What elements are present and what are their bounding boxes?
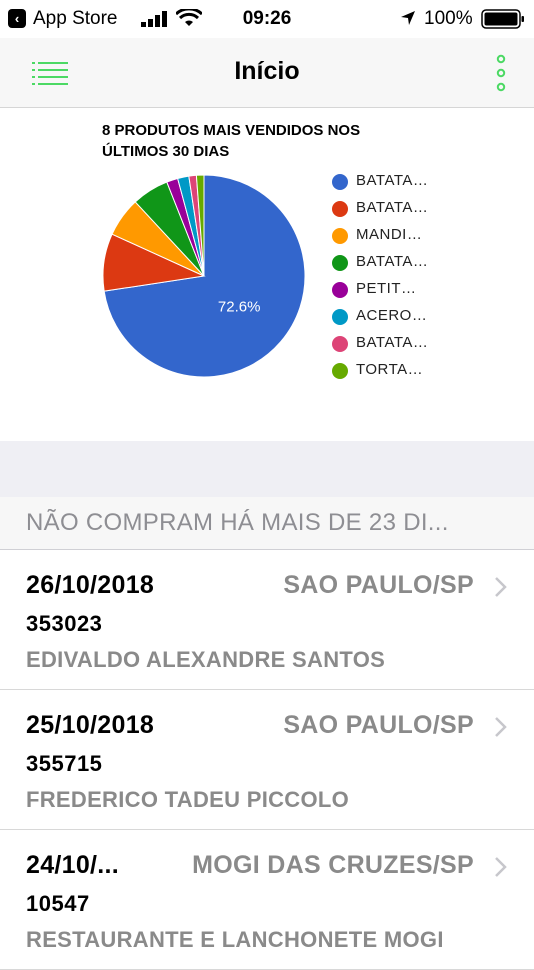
legend-label: PETIT… — [356, 280, 417, 297]
legend-label: BATATA… — [356, 199, 429, 216]
legend-item[interactable]: BATATA… — [330, 170, 530, 197]
vertical-dots-icon[interactable] — [494, 54, 508, 92]
chart-title-line-1: 8 PRODUTOS MAIS VENDIDOS NOS — [102, 122, 361, 139]
page-title: Início — [234, 57, 300, 85]
legend-label: BATATA… — [356, 172, 429, 189]
legend-label: MANDI… — [356, 226, 423, 243]
row-city: MOGI DAS CRUZES/SP — [192, 851, 474, 879]
legend-item[interactable]: BATATA… — [330, 251, 530, 278]
location-arrow-icon — [401, 11, 415, 25]
legend-swatch — [332, 228, 348, 244]
list-item[interactable]: 26/10/2018 SAO PAULO/SP 353023 EDIVALDO ALE… — [0, 550, 534, 690]
legend-item[interactable]: PETIT… — [330, 278, 530, 305]
battery-percentage: 100% — [424, 8, 473, 29]
row-name: EDIVALDO ALEXANDRE SANTOS — [26, 647, 386, 672]
legend-swatch — [332, 174, 348, 190]
row-code: 10547 — [26, 891, 90, 916]
legend-item[interactable]: MANDI… — [330, 224, 530, 251]
row-code: 355715 — [26, 751, 103, 776]
legend-swatch — [332, 336, 348, 352]
chevron-right-icon — [495, 717, 507, 737]
customer-list: 26/10/2018 SAO PAULO/SP 353023 EDIVALDO ALE… — [0, 550, 534, 970]
row-code: 353023 — [26, 611, 103, 636]
legend-item[interactable]: TORTA… — [330, 359, 530, 386]
chevron-right-icon — [495, 857, 507, 877]
chart-title-line-2: ÚLTIMOS 30 DIAS — [102, 143, 230, 160]
legend-item[interactable]: BATATA… — [330, 332, 530, 359]
section-header: NÃO COMPRAM HÁ MAIS DE 23 DI... — [0, 497, 534, 550]
section-title: NÃO COMPRAM HÁ MAIS DE 23 DI... — [26, 509, 449, 536]
legend-swatch — [332, 309, 348, 325]
legend-swatch — [332, 255, 348, 271]
list-item[interactable]: 24/10/... MOGI DAS CRUZES/SP 10547 RESTAURA… — [0, 830, 534, 970]
status-bar: ‹ App Store 09:26 100% — [0, 0, 534, 38]
row-date: 25/10/2018 — [26, 711, 155, 739]
list-item[interactable]: 25/10/2018 SAO PAULO/SP 355715 FREDERICO TA… — [0, 690, 534, 830]
chart-legend: BATATA… BATATA… MANDI… BATATA… PETIT… ACERO… B… — [330, 170, 530, 386]
legend-label: ACERO… — [356, 307, 428, 324]
row-name: FREDERICO TADEU PICCOLO — [26, 787, 350, 812]
row-city: SAO PAULO/SP — [283, 571, 474, 599]
pie-slice-label: 72.6% — [218, 298, 261, 315]
legend-swatch — [332, 282, 348, 298]
chevron-right-icon — [495, 577, 507, 597]
legend-item[interactable]: ACERO… — [330, 305, 530, 332]
row-date: 24/10/... — [26, 851, 120, 879]
pie-chart: 72.6% — [102, 174, 306, 378]
top-products-chart: 8 PRODUTOS MAIS VENDIDOS NOS ÚLTIMOS 30 … — [0, 108, 534, 441]
row-city: SAO PAULO/SP — [283, 711, 474, 739]
legend-item[interactable]: BATATA… — [330, 197, 530, 224]
battery-icon — [481, 9, 524, 29]
navigation-bar: Início — [0, 38, 534, 108]
legend-swatch — [332, 201, 348, 217]
row-name: RESTAURANTE E LANCHONETE MOGI — [26, 927, 444, 952]
legend-label: BATATA… — [356, 334, 429, 351]
chart-title: 8 PRODUTOS MAIS VENDIDOS NOS ÚLTIMOS 30 … — [102, 120, 422, 162]
legend-label: BATATA… — [356, 253, 429, 270]
section-spacer — [0, 441, 534, 498]
legend-swatch — [332, 363, 348, 379]
row-date: 26/10/2018 — [26, 571, 155, 599]
legend-label: TORTA… — [356, 361, 424, 378]
